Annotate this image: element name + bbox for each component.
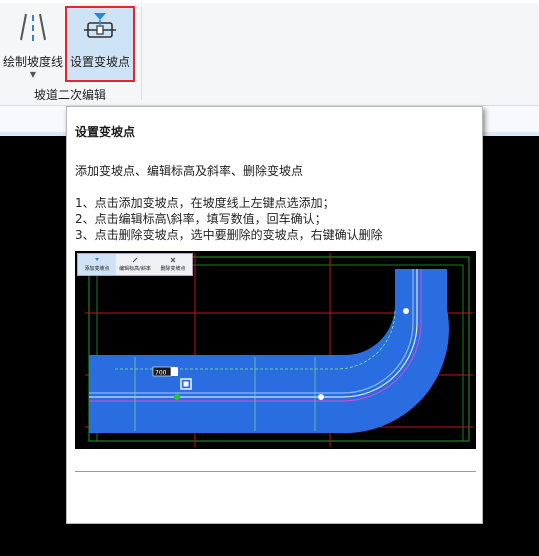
preview-input-value: 700 bbox=[155, 370, 167, 377]
tooltip-step: 3、点击删除变坡点，选中要删除的变坡点，右键确认删除 bbox=[75, 228, 383, 242]
ribbon-top-edge bbox=[0, 0, 539, 3]
draw-slope-line-label: 绘制坡度线 bbox=[2, 55, 63, 69]
road-lines-icon bbox=[13, 10, 53, 44]
delete-point-icon bbox=[170, 257, 176, 263]
set-slope-point-label: 设置变坡点 bbox=[69, 55, 130, 69]
chevron-down-icon[interactable]: ▼ bbox=[30, 71, 36, 79]
tooltip-preview-image: 700 添加变坡点 编辑标高/斜率 删除变坡点 bbox=[75, 251, 476, 449]
preview-add-point-button: 添加变坡点 bbox=[78, 254, 116, 275]
ribbon-group-divider bbox=[141, 6, 142, 100]
preview-toolbar-label: 添加变坡点 bbox=[84, 266, 110, 272]
add-point-icon bbox=[95, 258, 99, 261]
set-slope-point-button[interactable]: 设置变坡点 bbox=[65, 6, 135, 82]
tooltip-step: 1、点击添加变坡点，在坡度线上左键点选添加； bbox=[75, 196, 335, 210]
preview-edit-elevation-button: 编辑标高/斜率 bbox=[116, 254, 154, 275]
tooltip-title: 设置变坡点 bbox=[75, 125, 136, 139]
tooltip-divider bbox=[75, 471, 476, 472]
feature-tooltip: 设置变坡点 添加变坡点、编辑标高及斜率、删除变坡点 1、点击添加变坡点，在坡度线… bbox=[66, 106, 483, 524]
ramp-drawing: 700 bbox=[75, 251, 476, 449]
edit-elevation-icon bbox=[132, 257, 138, 263]
draw-slope-line-button[interactable]: 绘制坡度线 ▼ bbox=[2, 6, 64, 82]
tooltip-steps: 1、点击添加变坡点，在坡度线上左键点选添加； 2、点击编辑标高\斜率，填写数值，… bbox=[75, 195, 383, 243]
tooltip-description: 添加变坡点、编辑标高及斜率、删除变坡点 bbox=[75, 164, 304, 178]
tooltip-step: 2、点击编辑标高\斜率，填写数值，回车确认； bbox=[75, 212, 327, 226]
preview-delete-point-button: 删除变坡点 bbox=[154, 254, 192, 275]
preview-toolbar-label: 删除变坡点 bbox=[160, 266, 186, 272]
ribbon-group-label: 坡道二次编辑 bbox=[33, 88, 106, 102]
slope-point-icon bbox=[80, 10, 120, 44]
preview-toolbar: 添加变坡点 编辑标高/斜率 删除变坡点 bbox=[77, 253, 193, 276]
preview-toolbar-label: 编辑标高/斜率 bbox=[119, 266, 151, 272]
ribbon-panel: 绘制坡度线 ▼ 设置变坡点 坡道二次编辑 bbox=[0, 0, 539, 106]
